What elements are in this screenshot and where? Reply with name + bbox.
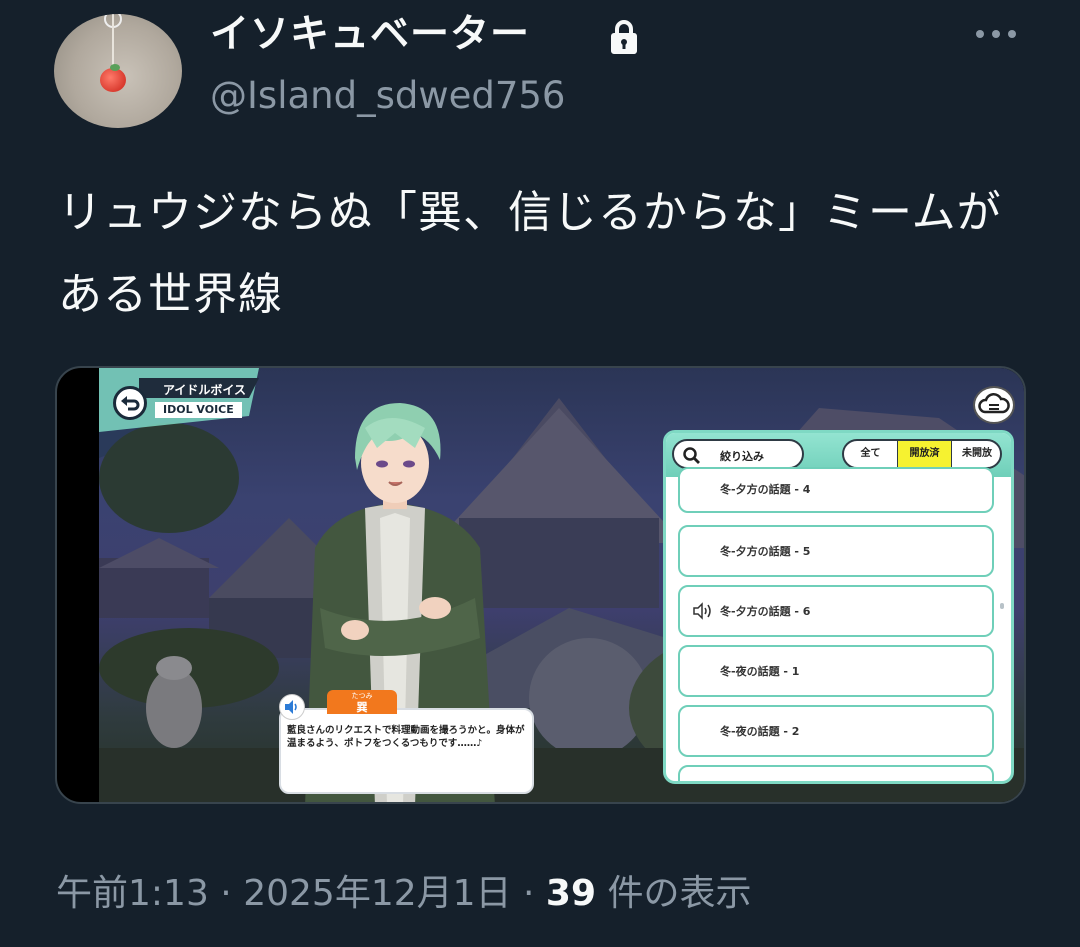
- filter-tabs: 全て 開放済 未開放: [842, 439, 1002, 469]
- screen-header: アイドルボイス IDOL VOICE: [99, 368, 269, 432]
- peach-icon: [100, 68, 126, 92]
- back-arrow-icon: [121, 396, 140, 411]
- voice-speaker-icon[interactable]: [279, 694, 305, 720]
- voice-list-item[interactable]: 冬-夜の話題 - 1: [678, 645, 994, 697]
- header-title-en: IDOL VOICE: [155, 402, 242, 418]
- tweet-text: リュウジならぬ「巽、信じるからな」ミームがある世界線: [58, 187, 1002, 320]
- header-title-ja: アイドルボイス: [163, 383, 247, 397]
- filter-button[interactable]: 絞り込み: [672, 439, 804, 469]
- game-screen: アイドルボイス IDOL VOICE たつみ 巽 藍良さんのリクエストで料理動画…: [99, 368, 1024, 802]
- cloud-download-button[interactable]: [973, 386, 1015, 424]
- voice-item-label: 冬-夕方の話題 - 5: [720, 545, 811, 558]
- cloud-icon: [978, 393, 1010, 414]
- voice-list-item[interactable]: 冬-夕方の話題 - 4: [678, 467, 994, 513]
- dialogue-box[interactable]: [279, 708, 534, 794]
- search-icon: [683, 447, 700, 464]
- filter-label: 絞り込み: [720, 450, 764, 463]
- view-label: 件の表示: [607, 873, 752, 914]
- voice-list-item[interactable]: 冬-夕方の話題 - 5: [678, 525, 994, 577]
- voice-list-item-partial[interactable]: [678, 765, 994, 781]
- scrollbar-thumb[interactable]: [1000, 603, 1004, 609]
- voice-list-panel: 絞り込み 全て 開放済 未開放 冬-夕方の話題 - 4 冬-夕方の話題 - 5 …: [663, 430, 1014, 784]
- leaf-icon: [110, 64, 120, 71]
- speaker-playing-icon: [693, 602, 711, 620]
- speaker-name: 巽: [356, 701, 368, 714]
- more-options-icon[interactable]: [972, 22, 1022, 46]
- meta-separator: ·: [220, 873, 232, 914]
- avatar[interactable]: [54, 14, 182, 128]
- user-handle[interactable]: @Island_sdwed756: [210, 72, 565, 120]
- tweet-date[interactable]: 2025年12月1日: [243, 873, 511, 914]
- tweet-media-image[interactable]: アイドルボイス IDOL VOICE たつみ 巽 藍良さんのリクエストで料理動画…: [55, 366, 1026, 804]
- view-count[interactable]: 39: [546, 873, 596, 914]
- tweet-meta: 午前1:13 · 2025年12月1日 · 39 件の表示: [56, 866, 751, 922]
- display-name[interactable]: イソキュベーター: [210, 12, 530, 58]
- charm-thread: [112, 14, 114, 69]
- tab-unlocked[interactable]: 開放済: [898, 441, 952, 467]
- back-button[interactable]: [113, 386, 147, 420]
- tab-locked[interactable]: 未開放: [952, 441, 1000, 467]
- speaker-name-tag: たつみ 巽: [327, 690, 397, 714]
- tweet-time[interactable]: 午前1:13: [56, 873, 209, 914]
- voice-item-label: 冬-夕方の話題 - 4: [720, 483, 811, 496]
- tab-all[interactable]: 全て: [844, 441, 898, 467]
- voice-item-label: 冬-夜の話題 - 2: [720, 725, 800, 738]
- voice-item-label: 冬-夕方の話題 - 6: [720, 605, 811, 618]
- dialogue-text: 藍良さんのリクエストで料理動画を撮ろうかと。身体が温まるよう、ポトフをつくるつも…: [287, 725, 525, 749]
- voice-list-item[interactable]: 冬-夜の話題 - 2: [678, 705, 994, 757]
- voice-list-item[interactable]: 冬-夕方の話題 - 6: [678, 585, 994, 637]
- lock-icon: [611, 20, 637, 54]
- voice-item-label: 冬-夜の話題 - 1: [720, 665, 800, 678]
- meta-separator: ·: [523, 873, 535, 914]
